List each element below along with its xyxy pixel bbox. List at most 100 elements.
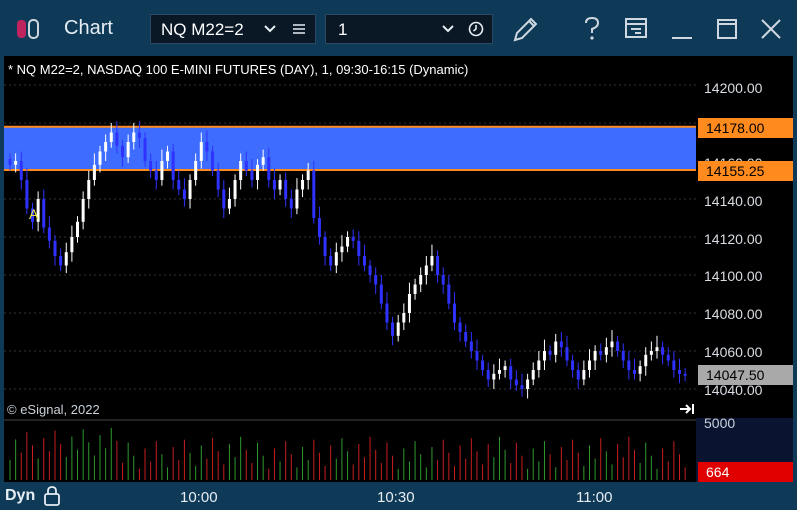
- candle-body: [514, 379, 518, 386]
- maximize-icon[interactable]: [716, 18, 738, 40]
- volume-bar: [622, 457, 624, 480]
- volume-bar: [262, 455, 264, 480]
- volume-bar: [386, 442, 388, 480]
- volume-bar: [487, 444, 489, 480]
- clock-icon[interactable]: [468, 21, 484, 37]
- time-label: 10:00: [180, 489, 218, 506]
- candle-body: [244, 161, 248, 171]
- interval-select[interactable]: 1: [325, 14, 493, 44]
- volume-bar: [662, 448, 664, 480]
- volume-bar: [543, 441, 545, 480]
- volume-bar: [37, 458, 39, 480]
- volume-bar: [60, 443, 62, 480]
- candle-body: [396, 322, 400, 336]
- volume-bar: [88, 442, 90, 480]
- candle-body: [47, 227, 51, 241]
- last-price-badge: 14047.50: [698, 365, 793, 385]
- export-icon[interactable]: [624, 16, 648, 40]
- volume-bar: [43, 438, 45, 480]
- volume-bar: [234, 457, 236, 480]
- candle-body: [616, 341, 620, 351]
- title-bar: Chart NQ M22=2 1: [0, 0, 797, 56]
- symbol-select[interactable]: NQ M22=2: [150, 14, 316, 44]
- candle-body: [486, 370, 490, 380]
- candle-body: [81, 199, 85, 222]
- candle-body: [317, 218, 321, 237]
- volume-bar: [279, 461, 281, 480]
- list-icon[interactable]: [292, 22, 306, 36]
- price-tick: 14080.00: [704, 306, 763, 322]
- price-axis[interactable]: 14200.00 14160.00 14140.00 14120.00 1410…: [696, 56, 793, 482]
- candle-body: [627, 360, 631, 370]
- candle-body: [233, 180, 237, 199]
- symbol-value: NQ M22=2: [161, 20, 244, 39]
- candle-body: [216, 170, 220, 190]
- volume-bar: [431, 446, 433, 480]
- volume-bar: [200, 445, 202, 480]
- candle-body: [143, 138, 147, 161]
- pencil-icon[interactable]: [511, 14, 541, 44]
- candle-body: [340, 246, 344, 253]
- candle-body: [672, 360, 676, 370]
- candle-body: [137, 132, 141, 139]
- candle-body: [565, 347, 569, 361]
- price-chart[interactable]: * NQ M22=2, NASDAQ 100 E-MINI FUTURES (D…: [4, 56, 696, 482]
- lock-icon[interactable]: [43, 486, 61, 506]
- candle-body: [250, 170, 254, 180]
- candle-body: [424, 265, 428, 275]
- candle-body: [160, 161, 164, 180]
- chevron-down-icon[interactable]: [263, 23, 277, 35]
- interval-value: 1: [338, 20, 348, 39]
- candle-body: [8, 159, 12, 165]
- volume-bar: [273, 448, 275, 480]
- candle-body: [132, 132, 136, 142]
- volume-bar: [341, 438, 343, 480]
- candle-body: [267, 157, 271, 180]
- candle-body: [481, 360, 485, 370]
- dyn-label[interactable]: Dyn: [5, 487, 35, 505]
- candle-body: [469, 341, 473, 351]
- volume-bar: [212, 438, 214, 480]
- volume-bar: [583, 465, 585, 480]
- volume-bar: [257, 442, 259, 480]
- help-icon[interactable]: [582, 16, 602, 42]
- candle-body: [115, 132, 119, 146]
- price-tick: 14200.00: [704, 80, 763, 96]
- volume-bar: [251, 462, 253, 480]
- candle-body: [374, 275, 378, 285]
- volume-bar: [498, 436, 500, 480]
- candle-body: [306, 170, 310, 180]
- copyright-text: © eSignal, 2022: [7, 402, 100, 417]
- volume-bar: [645, 442, 647, 480]
- volume-bar: [217, 451, 219, 480]
- chevron-down-icon[interactable]: [441, 23, 455, 35]
- volume-bar: [470, 438, 472, 480]
- time-axis-bar: Dyn 10:00 10:30 11:00: [0, 482, 797, 510]
- candle-body: [520, 385, 524, 389]
- volume-bar: [476, 451, 478, 480]
- candle-body: [362, 256, 366, 266]
- candle-body: [64, 252, 68, 266]
- candle-body: [312, 170, 316, 218]
- scroll-to-end-icon[interactable]: [679, 402, 695, 416]
- volume-bar: [617, 444, 619, 480]
- volume-bar: [437, 460, 439, 480]
- candle-body: [666, 354, 670, 361]
- volume-bar: [605, 451, 607, 480]
- close-icon[interactable]: [760, 18, 782, 40]
- minimize-icon[interactable]: [671, 20, 693, 40]
- candle-body: [447, 284, 451, 304]
- volume-bar: [352, 464, 354, 480]
- candle-body: [649, 351, 653, 355]
- candle-body: [42, 199, 46, 228]
- volume-bar: [347, 451, 349, 480]
- candle-body: [351, 237, 355, 241]
- candle-body: [542, 351, 546, 361]
- volume-bar: [549, 454, 551, 480]
- volume-bar: [110, 427, 112, 480]
- candle-body: [379, 284, 383, 304]
- candle-body: [188, 180, 192, 199]
- volume-badge: 664: [698, 462, 793, 482]
- volume-bar: [223, 464, 225, 480]
- candle-body: [571, 360, 575, 370]
